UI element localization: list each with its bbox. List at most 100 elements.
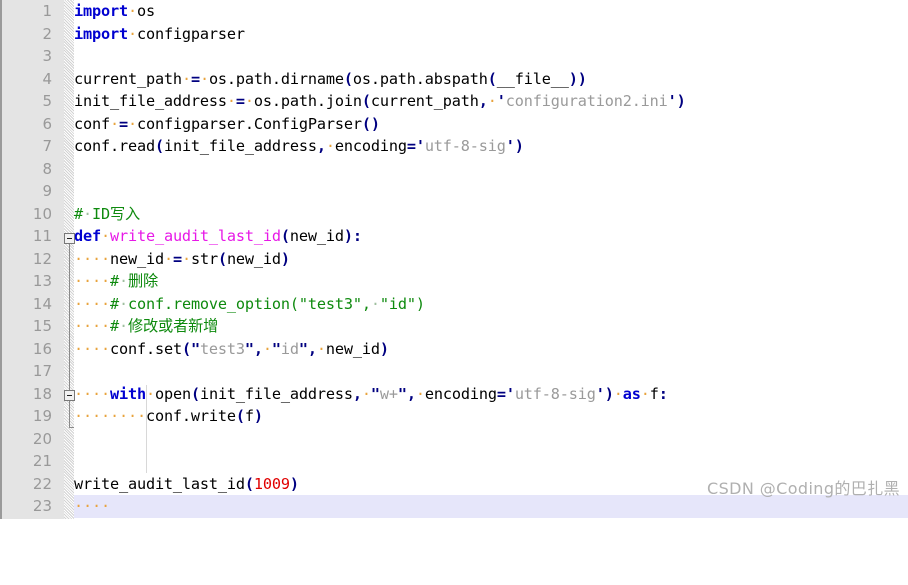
token-string: id — [280, 339, 299, 358]
token-dunder: __file__ — [496, 69, 569, 88]
code-line[interactable]: 17 — [2, 360, 908, 383]
line-content[interactable]: ····with·open(init_file_address,·"w+",·e… — [74, 383, 908, 406]
line-content[interactable]: #·ID写入 — [74, 203, 908, 226]
line-number: 2 — [42, 24, 52, 43]
token-paren: ) — [379, 339, 389, 358]
line-content[interactable]: ····conf.set("test3",·"id",·new_id) — [74, 338, 908, 361]
token-paren: ) — [604, 384, 614, 403]
line-content[interactable]: ····new_id·=·str(new_id) — [74, 248, 908, 271]
line-content[interactable] — [74, 428, 908, 451]
line-content[interactable] — [74, 450, 908, 473]
token-keyword: with — [109, 384, 146, 403]
comment-hash: # — [109, 294, 119, 313]
line-content[interactable] — [74, 45, 908, 68]
token-variable: current_path — [370, 92, 479, 110]
token-module: configparser — [136, 24, 245, 43]
code-line[interactable]: 12 ····new_id·=·str(new_id) — [2, 248, 908, 271]
space-dot: · — [109, 114, 119, 133]
code-line[interactable]: 5 init_file_address·=·os.path.join(curre… — [2, 90, 908, 113]
line-number: 3 — [42, 47, 52, 65]
code-line[interactable]: 6 conf·=·configparser.ConfigParser() — [2, 113, 908, 136]
token-paren: ) — [343, 227, 353, 245]
token-call: conf.set — [109, 339, 182, 358]
token-comment: #·ID写入 — [74, 205, 140, 223]
token-variable: new_id — [226, 249, 281, 268]
token-number: 1009 — [253, 474, 290, 493]
line-number: 20 — [32, 429, 52, 448]
token-comma: , — [406, 384, 416, 403]
code-line[interactable]: 8 — [2, 158, 908, 181]
space-dot: · — [118, 317, 128, 335]
fold-toggle-with-block[interactable] — [64, 390, 75, 401]
code-line[interactable]: 18 ····with·open(init_file_address,·"w+"… — [2, 383, 908, 406]
token-paren: ) — [289, 474, 299, 493]
token-keyword: import — [74, 2, 128, 20]
code-line[interactable]: 2 import·configparser — [2, 23, 908, 46]
code-line[interactable]: 20 — [2, 428, 908, 451]
code-line[interactable]: 10 #·ID写入 — [2, 203, 908, 226]
code-editor[interactable]: 1 import·os 2 import·configparser 3 4 cu… — [0, 0, 908, 519]
comment-hash: # — [109, 317, 119, 335]
code-line[interactable]: 14 ····#·conf.remove_option("test3",·"id… — [2, 293, 908, 316]
token-quote: ' — [505, 137, 515, 155]
token-quote: ' — [415, 137, 425, 155]
token-comma: , — [253, 339, 263, 358]
space-dot: · — [83, 204, 92, 223]
code-line[interactable]: 4 current_path·=·os.path.dirname(os.path… — [2, 68, 908, 91]
fold-range-line-with — [69, 401, 70, 427]
token-paren: ( — [343, 69, 353, 88]
comment-body: ID写入 — [92, 204, 141, 223]
token-keyword: def — [74, 227, 101, 245]
code-line[interactable]: 9 — [2, 180, 908, 203]
comment-body: ) — [415, 294, 425, 313]
line-content[interactable]: ····#·删除 — [74, 270, 908, 293]
line-number: 14 — [32, 294, 52, 313]
token-variable: f — [649, 384, 659, 403]
line-content[interactable]: ····#·修改或者新增 — [74, 315, 908, 338]
token-quote: " — [190, 339, 200, 358]
token-operator: = — [496, 384, 506, 403]
code-line[interactable]: 1 import·os — [2, 0, 908, 23]
space-dot: · — [181, 69, 191, 88]
line-content[interactable] — [74, 180, 908, 203]
line-content[interactable]: import·configparser — [74, 23, 908, 46]
code-line[interactable]: 16 ····conf.set("test3",·"id",·new_id) — [2, 338, 908, 361]
token-paren: ( — [190, 384, 200, 403]
comment-string: "id" — [379, 294, 416, 313]
code-line[interactable]: 21 — [2, 450, 908, 473]
token-keyword: import — [74, 24, 128, 43]
line-content[interactable]: import·os — [74, 0, 908, 23]
token-comma: , — [307, 339, 317, 358]
line-number: 22 — [32, 474, 52, 493]
line-content[interactable]: current_path·=·os.path.dirname(os.path.a… — [74, 68, 908, 91]
line-content[interactable] — [74, 360, 908, 383]
line-content[interactable]: def·write_audit_last_id(new_id): — [74, 225, 908, 248]
code-line[interactable]: 19 ········conf.write(f) — [2, 405, 908, 428]
token-quote: ' — [496, 92, 506, 110]
line-content[interactable] — [74, 158, 908, 181]
token-string: configuration2.ini — [505, 92, 668, 110]
code-line[interactable]: 7 conf.read(init_file_address,·encoding=… — [2, 135, 908, 158]
indent-dots: ···· — [74, 249, 110, 268]
comment-hash: # — [74, 204, 83, 223]
token-paren: )) — [568, 69, 587, 88]
line-content[interactable]: conf.read(init_file_address,·encoding='u… — [74, 135, 908, 158]
code-line[interactable]: 15 ····#·修改或者新增 — [2, 315, 908, 338]
fold-toggle-def-block[interactable] — [64, 233, 75, 244]
token-variable: init_file_address — [199, 384, 353, 403]
token-variable: f — [244, 407, 254, 425]
code-line[interactable]: 11 def·write_audit_last_id(new_id): — [2, 225, 908, 248]
token-kwarg: encoding — [334, 137, 407, 155]
token-quote: " — [370, 384, 380, 403]
line-number: 10 — [32, 204, 52, 223]
code-line[interactable]: 3 — [2, 45, 908, 68]
token-call: write_audit_last_id — [74, 474, 245, 493]
line-content[interactable]: ····#·conf.remove_option("test3",·"id") — [74, 293, 908, 316]
space-dot: · — [244, 92, 254, 110]
token-quote: ' — [595, 384, 605, 403]
code-line[interactable]: 13 ····#·删除 — [2, 270, 908, 293]
line-number: 21 — [32, 452, 52, 470]
line-content[interactable]: conf·=·configparser.ConfigParser() — [74, 113, 908, 136]
line-content[interactable]: ········conf.write(f) — [74, 405, 908, 428]
line-content[interactable]: init_file_address·=·os.path.join(current… — [74, 90, 908, 113]
